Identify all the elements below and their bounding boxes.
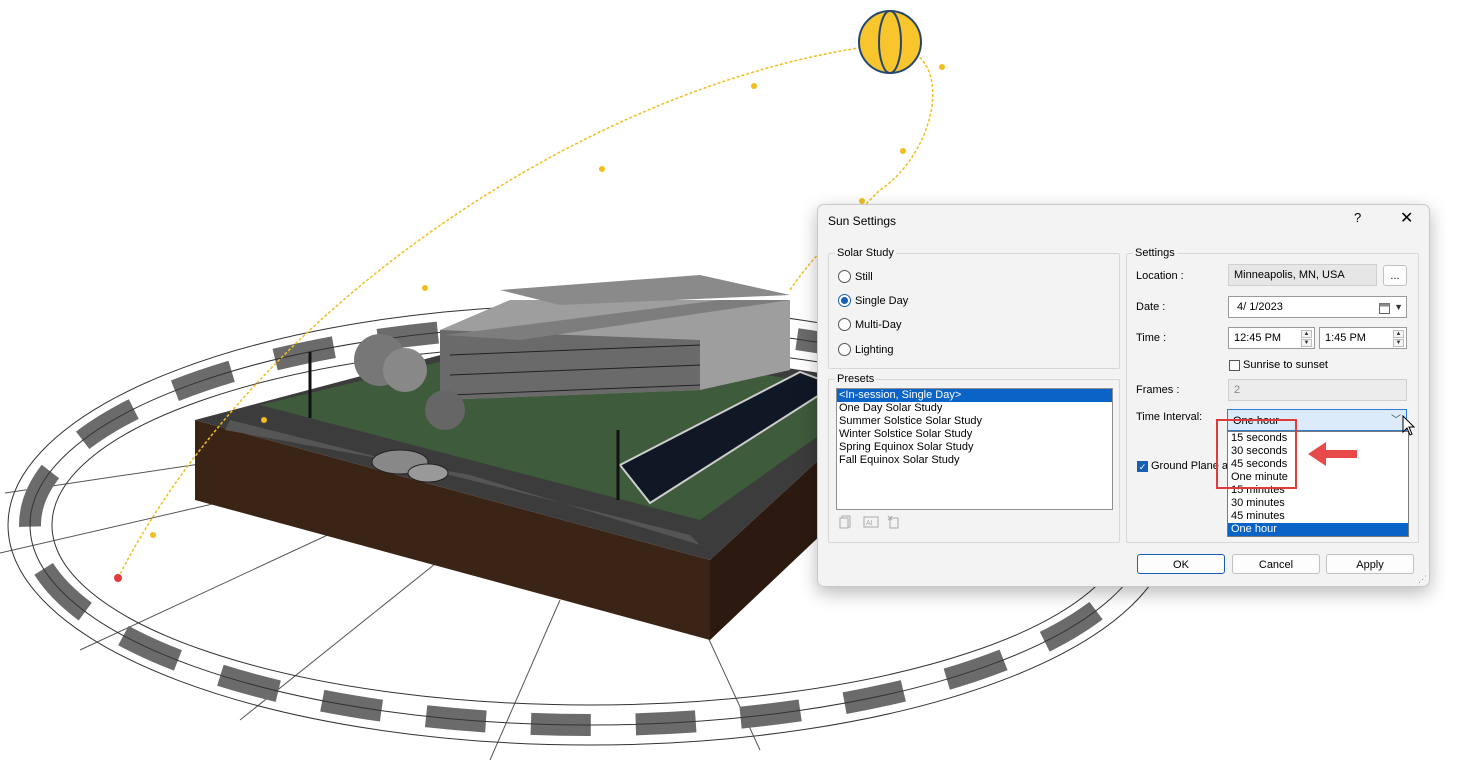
date-label: Date : — [1136, 301, 1166, 313]
resize-grip-icon[interactable]: ⋰ — [1418, 574, 1427, 585]
end-time-value: 1:45 PM — [1325, 332, 1366, 344]
spin-down-icon[interactable]: ▼ — [1393, 339, 1404, 347]
sunrise-to-sunset-box[interactable] — [1229, 359, 1240, 371]
delete-preset-icon[interactable] — [887, 515, 901, 529]
end-time-spinner[interactable]: ▲ ▼ — [1393, 330, 1404, 347]
rename-preset-icon[interactable]: AI — [863, 515, 879, 529]
preset-item[interactable]: Fall Equinox Solar Study — [837, 454, 1112, 467]
preset-item[interactable]: One Day Solar Study — [837, 402, 1112, 415]
solar-study-label: Solar Study — [835, 247, 896, 259]
radio-still-indicator[interactable] — [838, 270, 851, 283]
chevron-down-icon[interactable]: ﹀ — [1391, 410, 1401, 432]
highlight-box — [1216, 419, 1297, 489]
frames-label: Frames : — [1136, 384, 1180, 396]
radio-multi-day[interactable]: Multi-Day — [838, 318, 901, 331]
radio-still-label: Still — [855, 270, 873, 283]
sunrise-to-sunset-label: Sunrise to sunset — [1243, 359, 1328, 371]
radio-single-day-indicator[interactable] — [838, 294, 851, 307]
chevron-down-icon[interactable]: ▼ — [1394, 297, 1403, 317]
sun-settings-dialog: Sun Settings ? ✕ Solar Study Still Singl… — [817, 204, 1430, 587]
apply-button[interactable]: Apply — [1326, 554, 1414, 574]
help-icon[interactable]: ? — [1354, 210, 1361, 225]
time-interval-option[interactable]: One hour — [1228, 523, 1408, 536]
sun-icon[interactable] — [858, 10, 922, 74]
duplicate-preset-icon[interactable] — [839, 515, 853, 529]
start-time-field[interactable]: 12:45 PM ▲ ▼ — [1228, 327, 1315, 349]
time-interval-label: Time Interval: — [1136, 411, 1203, 423]
ground-plane-checkbox[interactable]: ✓ Ground Plane a — [1137, 460, 1228, 472]
spin-up-icon[interactable]: ▲ — [1301, 330, 1312, 338]
location-value: Minneapolis, MN, USA — [1234, 269, 1345, 281]
end-time-field[interactable]: 1:45 PM ▲ ▼ — [1319, 327, 1407, 349]
preset-item[interactable]: <In-session, Single Day> — [837, 389, 1112, 402]
sunrise-to-sunset-checkbox[interactable]: Sunrise to sunset — [1229, 359, 1328, 371]
radio-lighting-indicator[interactable] — [838, 343, 851, 356]
settings-label: Settings — [1133, 247, 1177, 259]
start-time-value: 12:45 PM — [1234, 332, 1282, 344]
location-label: Location : — [1136, 270, 1184, 282]
radio-single-day-label: Single Day — [855, 294, 909, 307]
mouse-cursor-icon — [1402, 415, 1416, 436]
site-model — [195, 275, 900, 640]
date-value: 4/ 1/2023 — [1237, 301, 1283, 313]
spin-up-icon[interactable]: ▲ — [1393, 330, 1404, 338]
close-icon[interactable]: ✕ — [1400, 208, 1413, 228]
start-time-spinner[interactable]: ▲ ▼ — [1301, 330, 1312, 347]
frames-value: 2 — [1234, 384, 1241, 396]
calendar-icon[interactable] — [1379, 301, 1390, 321]
ground-plane-box[interactable]: ✓ — [1137, 460, 1148, 472]
radio-lighting-label: Lighting — [855, 343, 894, 356]
time-interval-option[interactable]: 45 minutes — [1228, 510, 1408, 523]
time-interval-option[interactable]: 30 minutes — [1228, 497, 1408, 510]
dialog-title: Sun Settings — [828, 214, 897, 228]
radio-multi-day-label: Multi-Day — [855, 318, 902, 331]
date-field[interactable]: 4/ 1/2023 ▼ — [1228, 296, 1407, 318]
svg-text:AI: AI — [866, 520, 873, 527]
preset-item[interactable]: Winter Solstice Solar Study — [837, 428, 1112, 441]
cancel-button[interactable]: Cancel — [1232, 554, 1320, 574]
red-arrow-icon — [1308, 442, 1357, 466]
ok-button[interactable]: OK — [1137, 554, 1225, 574]
radio-multi-day-indicator[interactable] — [838, 318, 851, 331]
radio-single-day[interactable]: Single Day — [838, 294, 908, 307]
preset-item[interactable]: Spring Equinox Solar Study — [837, 441, 1112, 454]
preset-item[interactable]: Summer Solstice Solar Study — [837, 415, 1112, 428]
location-field: Minneapolis, MN, USA — [1228, 264, 1377, 286]
spin-down-icon[interactable]: ▼ — [1301, 339, 1312, 347]
radio-still[interactable]: Still — [838, 270, 873, 283]
presets-label: Presets — [835, 373, 877, 385]
frames-field: 2 — [1228, 379, 1407, 401]
radio-lighting[interactable]: Lighting — [838, 343, 894, 356]
time-label: Time : — [1136, 332, 1167, 344]
presets-list[interactable]: <In-session, Single Day> One Day Solar S… — [836, 388, 1113, 510]
location-browse-button[interactable]: ... — [1383, 265, 1407, 286]
